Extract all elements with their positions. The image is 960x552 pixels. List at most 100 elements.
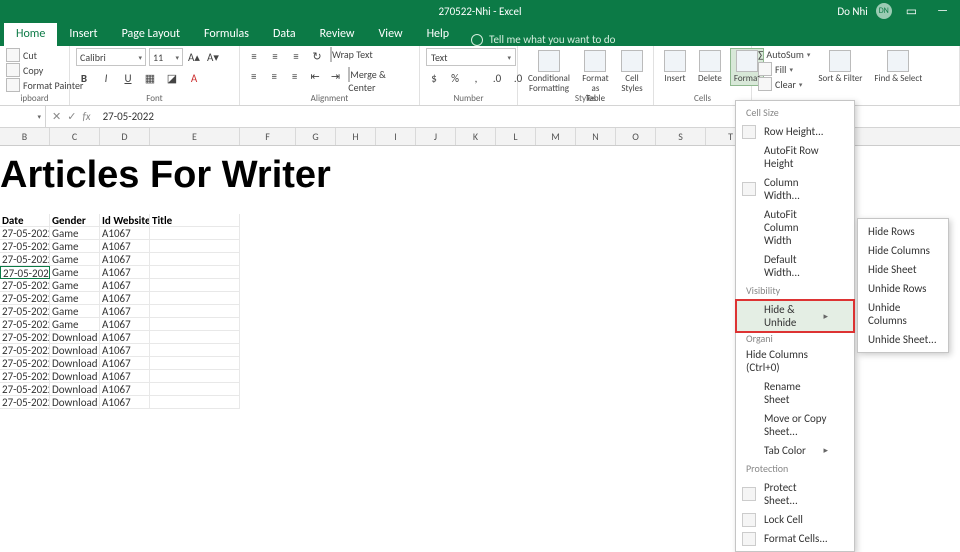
table-row[interactable]: 27-05-2022DownloadA1067 bbox=[0, 383, 240, 396]
cell[interactable]: A1067 bbox=[100, 318, 150, 331]
delete-button[interactable]: Delete bbox=[694, 48, 726, 86]
cell[interactable]: A1067 bbox=[100, 253, 150, 266]
table-row[interactable]: 27-05-2022DownloadA1067 bbox=[0, 370, 240, 383]
font-color-button[interactable]: A bbox=[186, 70, 202, 86]
unhide-columns-item[interactable]: Unhide Columns bbox=[858, 298, 948, 330]
col-header-s[interactable]: S bbox=[656, 128, 706, 145]
minimize-icon[interactable]: — bbox=[931, 4, 954, 18]
table-row[interactable]: 27-05-2022GameA1067 bbox=[0, 253, 240, 266]
cell[interactable]: Game bbox=[50, 279, 100, 292]
hide-rows-item[interactable]: Hide Rows bbox=[858, 222, 948, 241]
cell[interactable]: A1067 bbox=[100, 344, 150, 357]
insert-button[interactable]: Insert bbox=[660, 48, 690, 86]
default-width-item[interactable]: Default Width... bbox=[736, 250, 854, 282]
cell[interactable]: Download bbox=[50, 331, 100, 344]
cell[interactable]: A1067 bbox=[100, 357, 150, 370]
align-mid-icon[interactable]: ≡ bbox=[267, 48, 283, 64]
col-header-f[interactable]: F bbox=[240, 128, 296, 145]
cell[interactable]: 27-05-2022 bbox=[0, 331, 50, 344]
hide-sheet-item[interactable]: Hide Sheet bbox=[858, 260, 948, 279]
cell[interactable]: Download bbox=[50, 344, 100, 357]
formula-value[interactable]: 27-05-2022 bbox=[97, 110, 160, 123]
ribbon-options-icon[interactable]: ▭ bbox=[900, 4, 923, 19]
col-header-n[interactable]: N bbox=[576, 128, 616, 145]
cell[interactable]: 27-05-2022 bbox=[0, 383, 50, 396]
border-button[interactable]: ▦ bbox=[142, 70, 158, 86]
cell[interactable]: Game bbox=[50, 266, 100, 279]
rename-sheet-item[interactable]: Rename Sheet bbox=[736, 377, 854, 409]
tab-data[interactable]: Data bbox=[261, 23, 308, 46]
cell[interactable]: A1067 bbox=[100, 292, 150, 305]
table-row[interactable]: 27-05-2022DownloadA1067 bbox=[0, 396, 240, 409]
cell-styles-button[interactable]: Cell Styles bbox=[617, 48, 647, 96]
font-size-select[interactable]: 11▾ bbox=[149, 48, 183, 66]
table-row[interactable]: 27-05-2022DownloadA1067 bbox=[0, 344, 240, 357]
cell[interactable] bbox=[150, 318, 240, 331]
cell[interactable] bbox=[150, 344, 240, 357]
col-header-k[interactable]: K bbox=[456, 128, 496, 145]
cell[interactable]: 27-05-2022 bbox=[0, 227, 50, 240]
table-row[interactable]: 27-05-2022GameA1067 bbox=[0, 227, 240, 240]
tab-review[interactable]: Review bbox=[308, 23, 367, 46]
hide-columns-item[interactable]: Hide Columns bbox=[858, 241, 948, 260]
cell[interactable]: Game bbox=[50, 240, 100, 253]
cell[interactable]: Game bbox=[50, 305, 100, 318]
cell[interactable]: Download bbox=[50, 357, 100, 370]
cell[interactable] bbox=[150, 370, 240, 383]
cell[interactable]: 27-05-2022 bbox=[0, 292, 50, 305]
col-header-h[interactable]: H bbox=[336, 128, 376, 145]
cell[interactable] bbox=[150, 331, 240, 344]
conditional-formatting-button[interactable]: Conditional Formatting bbox=[524, 48, 574, 96]
cell[interactable]: Download bbox=[50, 396, 100, 409]
avatar[interactable]: DN bbox=[876, 3, 892, 19]
table-row[interactable]: 27-05-2022GameA1067 bbox=[0, 279, 240, 292]
currency-icon[interactable]: $ bbox=[426, 70, 442, 86]
cell[interactable]: A1067 bbox=[100, 240, 150, 253]
table-row[interactable]: 27-05-2022DownloadA1067 bbox=[0, 331, 240, 344]
italic-button[interactable]: I bbox=[98, 70, 114, 86]
cell[interactable]: A1067 bbox=[100, 331, 150, 344]
clear-button[interactable]: Clear ▾ bbox=[758, 77, 810, 91]
decrease-font-icon[interactable]: A▾ bbox=[205, 49, 221, 65]
tab-page-layout[interactable]: Page Layout bbox=[110, 23, 192, 46]
inc-decimal-icon[interactable]: .0 bbox=[489, 70, 505, 86]
cell[interactable]: Game bbox=[50, 253, 100, 266]
cell[interactable]: A1067 bbox=[100, 279, 150, 292]
cell[interactable]: Download bbox=[50, 383, 100, 396]
align-right-icon[interactable]: ≡ bbox=[287, 68, 302, 84]
cell[interactable]: 27-05-2022 bbox=[0, 370, 50, 383]
fill-button[interactable]: Fill ▾ bbox=[758, 62, 810, 76]
move-copy-item[interactable]: Move or Copy Sheet... bbox=[736, 409, 854, 441]
cell[interactable]: 27-05-2022 bbox=[0, 396, 50, 409]
tab-formulas[interactable]: Formulas bbox=[192, 23, 261, 46]
number-format-select[interactable]: Text▾ bbox=[426, 48, 516, 66]
lock-cell-item[interactable]: Lock Cell bbox=[736, 510, 854, 529]
cell[interactable] bbox=[150, 305, 240, 318]
cell[interactable] bbox=[150, 357, 240, 370]
percent-icon[interactable]: % bbox=[447, 70, 463, 86]
table-row[interactable]: 27-05-2022DownloadA1067 bbox=[0, 357, 240, 370]
cell[interactable]: Download bbox=[50, 370, 100, 383]
cell[interactable]: Game bbox=[50, 227, 100, 240]
col-header-e[interactable]: E bbox=[150, 128, 240, 145]
align-bot-icon[interactable]: ≡ bbox=[288, 48, 304, 64]
format-cells-item[interactable]: Format Cells... bbox=[736, 529, 854, 548]
cell[interactable] bbox=[150, 227, 240, 240]
col-header-i[interactable]: I bbox=[376, 128, 416, 145]
cell[interactable]: 27-05-2022 bbox=[0, 318, 50, 331]
hide-unhide-item[interactable]: Hide & Unhide▸ bbox=[736, 300, 854, 332]
col-header-j[interactable]: J bbox=[416, 128, 456, 145]
cell[interactable]: 27-05-2022 bbox=[0, 344, 50, 357]
col-header-c[interactable]: C bbox=[50, 128, 100, 145]
find-select-button[interactable]: Find & Select bbox=[870, 48, 926, 86]
font-select[interactable]: Calibri▾ bbox=[76, 48, 146, 66]
cell[interactable]: 27-05-2022 bbox=[0, 253, 50, 266]
align-left-icon[interactable]: ≡ bbox=[246, 68, 261, 84]
col-header-g[interactable]: G bbox=[296, 128, 336, 145]
indent-dec-icon[interactable]: ⇤ bbox=[307, 68, 322, 84]
cell[interactable] bbox=[150, 396, 240, 409]
tell-me[interactable]: Tell me what you want to do bbox=[461, 33, 615, 46]
table-row[interactable]: 27-05-2022GameA1067 bbox=[0, 305, 240, 318]
cell[interactable]: A1067 bbox=[100, 370, 150, 383]
autosum-button[interactable]: ∑ AutoSum ▾ bbox=[758, 48, 810, 61]
